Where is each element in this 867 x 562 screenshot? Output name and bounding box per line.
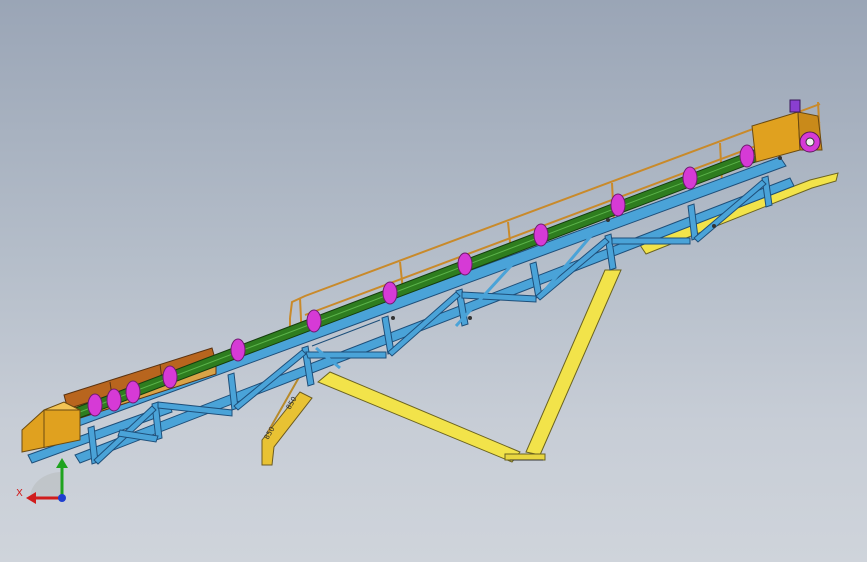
triad-z-axis xyxy=(58,494,66,502)
idler xyxy=(533,223,549,247)
idler xyxy=(230,338,246,362)
idler xyxy=(739,144,755,168)
idler xyxy=(682,166,698,190)
idler xyxy=(382,281,398,305)
triad-x-label: X xyxy=(16,488,23,499)
idler xyxy=(106,388,122,412)
idler xyxy=(162,365,178,389)
cad-viewport[interactable]: 850 850 X xyxy=(0,0,867,562)
support-leg-diagonal xyxy=(317,371,521,463)
idler xyxy=(610,193,626,217)
idler xyxy=(125,380,141,404)
drive-motor xyxy=(789,99,801,113)
conveyor-model[interactable]: 850 850 X xyxy=(0,0,867,562)
support-foot-plate xyxy=(504,453,546,461)
idler xyxy=(306,309,322,333)
coordinate-triad: X xyxy=(16,458,68,504)
idler xyxy=(457,252,473,276)
head-drive xyxy=(751,99,823,163)
idler xyxy=(87,393,103,417)
